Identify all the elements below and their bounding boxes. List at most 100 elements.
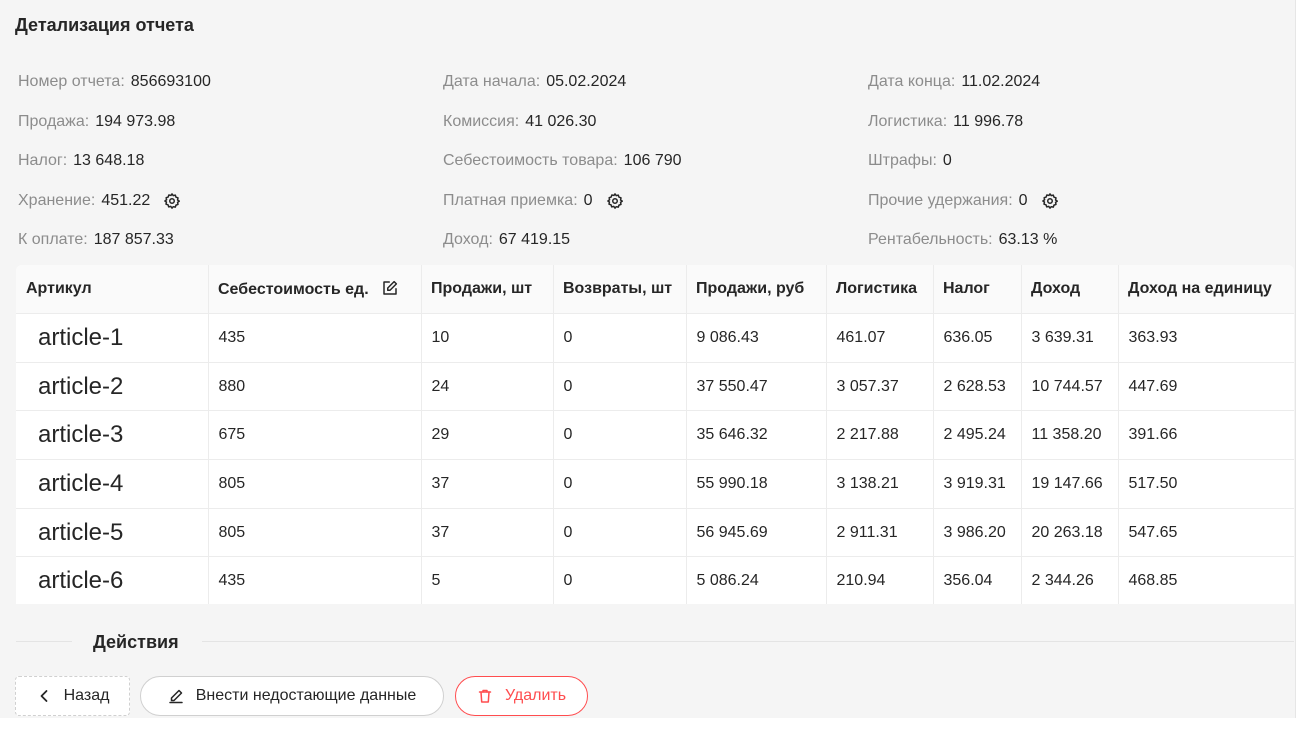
table-cell: 0 xyxy=(552,459,686,509)
table-cell: 805 xyxy=(207,459,421,509)
pencil-icon xyxy=(168,688,184,704)
column-header: Продажи, руб xyxy=(686,265,826,314)
table-row: article-6 435 5 0 5 086.24 210.94 356.04… xyxy=(16,556,1294,604)
stat-income: Доход: 67 419.15 xyxy=(443,231,571,249)
table-cell: 356.04 xyxy=(932,556,1021,604)
stat-label: Логистика xyxy=(868,112,943,130)
table-cell-article: article-5 xyxy=(16,508,208,558)
table-cell: 0 xyxy=(552,313,686,363)
table-cell: 391.66 xyxy=(1117,410,1294,461)
table-cell-article: article-2 xyxy=(16,362,208,412)
table-cell: 10 744.57 xyxy=(1020,362,1118,412)
stat-sale: Продажа: 194 973.98 xyxy=(18,112,176,130)
table-cell: 11 358.20 xyxy=(1020,410,1118,461)
table-header-row: Артикул Себестоимость ед. Продажи, шт Во… xyxy=(16,265,1294,314)
column-header-cost: Себестоимость ед. xyxy=(208,265,421,314)
back-button[interactable]: Назад xyxy=(15,676,130,716)
table-row: article-1 435 10 0 9 086.43 461.07 636.0… xyxy=(16,313,1294,363)
table-cell: 468.85 xyxy=(1117,556,1294,604)
stat-label: Номер отчета xyxy=(18,73,121,90)
stat-value: 11.02.2024 xyxy=(961,73,1041,90)
table-cell: 880 xyxy=(207,362,421,412)
stat-fines: Штрафы: 0 xyxy=(868,152,952,170)
table-cell: 29 xyxy=(420,410,553,461)
table-cell: 0 xyxy=(552,362,686,412)
stat-profitability: Рентабельность: 63.13 % xyxy=(868,231,1058,249)
table-cell: 5 xyxy=(420,556,553,604)
chevron-left-icon xyxy=(36,688,52,704)
table-cell-article: article-6 xyxy=(38,567,124,595)
actions-section-title: Действия xyxy=(93,632,179,652)
table-cell: 5 086.24 xyxy=(685,556,826,604)
stat-label: Штрафы xyxy=(868,152,933,170)
fill-missing-data-label: Внести недостающие данные xyxy=(195,687,417,704)
table-cell-article: article-4 xyxy=(16,459,208,509)
stat-label: К оплате xyxy=(18,231,84,249)
fill-missing-data-button[interactable]: Внести недостающие данные xyxy=(140,676,444,716)
stat-commission: Комиссия: 41 026.30 xyxy=(443,112,597,130)
stat-label: Дата конца xyxy=(868,73,951,90)
table-cell: 435 xyxy=(207,313,421,363)
report-details-page: Детализация отчета Номер отчета: 8566931… xyxy=(0,0,1296,718)
table-cell: 3 986.20 xyxy=(932,508,1021,558)
gear-icon[interactable] xyxy=(1041,192,1059,210)
edit-icon[interactable] xyxy=(381,279,399,297)
table-cell: 37 xyxy=(420,459,553,509)
gear-icon[interactable] xyxy=(606,192,624,210)
table-cell: 547.65 xyxy=(1117,508,1294,558)
gear-icon[interactable] xyxy=(163,192,181,210)
stat-value: 41 026.30 xyxy=(525,112,597,130)
column-header: Налог xyxy=(933,265,1021,314)
table-cell: 675 xyxy=(207,410,421,461)
table-cell: 2 217.88 xyxy=(825,410,933,461)
section-divider xyxy=(16,641,72,642)
stat-value: 67 419.15 xyxy=(498,231,571,249)
table-cell: 37 xyxy=(420,508,553,558)
table-cell: 24 xyxy=(420,362,553,412)
table-cell: 37 550.47 xyxy=(685,362,826,412)
column-header: Доход на единицу xyxy=(1118,265,1294,314)
column-header: Доход xyxy=(1021,265,1118,314)
table-row: article-4 805 37 0 55 990.18 3 138.21 3 … xyxy=(16,459,1294,509)
table-cell: 2 344.26 xyxy=(1020,556,1118,604)
stat-value: 187 857.33 xyxy=(93,231,174,249)
table-row: article-2 880 24 0 37 550.47 3 057.37 2 … xyxy=(16,362,1294,412)
stat-value: 11 996.78 xyxy=(953,112,1024,130)
column-header: Возвраты, шт xyxy=(553,265,686,314)
table-row: article-3 675 29 0 35 646.32 2 217.88 2 … xyxy=(16,410,1294,461)
stat-value: 0 xyxy=(583,191,593,209)
trash-icon xyxy=(477,688,493,704)
stat-value: 106 790 xyxy=(623,152,682,170)
stat-label: Рентабельность xyxy=(868,231,989,249)
column-header-label: Себестоимость ед. xyxy=(218,281,369,298)
delete-button-label: Удалить xyxy=(504,687,567,704)
table-cell: 0 xyxy=(552,410,686,461)
back-button-label: Назад xyxy=(63,687,110,704)
stat-label: Прочие удержания xyxy=(868,191,1009,209)
table-cell: 0 xyxy=(552,556,686,604)
report-summary: Номер отчета: 856693100 Дата начала: 05.… xyxy=(18,70,1293,268)
stat-value: 05.02.2024 xyxy=(546,73,627,90)
table-cell: 805 xyxy=(207,508,421,558)
table-cell: 435 xyxy=(207,556,421,604)
table-cell: 2 911.31 xyxy=(825,508,933,558)
articles-table: Артикул Себестоимость ед. Продажи, шт Во… xyxy=(16,265,1294,604)
table-cell: 3 138.21 xyxy=(825,459,933,509)
stat-end-date: Дата конца: 11.02.2024 xyxy=(868,73,1041,90)
delete-button[interactable]: Удалить xyxy=(455,676,588,716)
table-cell: 0 xyxy=(552,508,686,558)
stat-value: 63.13 % xyxy=(998,231,1058,249)
table-cell: 19 147.66 xyxy=(1020,459,1118,509)
stat-paid-acceptance: Платная приемка: 0 xyxy=(443,189,868,213)
stat-other-deductions: Прочие удержания: 0 xyxy=(868,189,1293,213)
stat-value: 13 648.18 xyxy=(73,152,145,170)
table-cell: 517.50 xyxy=(1117,459,1294,509)
column-header: Логистика xyxy=(826,265,933,314)
column-header: Артикул xyxy=(16,265,208,314)
stat-label: Доход xyxy=(443,231,489,249)
table-cell: 636.05 xyxy=(932,313,1021,363)
table-cell: 2 628.53 xyxy=(932,362,1021,412)
table-cell: 363.93 xyxy=(1117,313,1294,363)
table-cell: 2 495.24 xyxy=(932,410,1021,461)
table-cell: 35 646.32 xyxy=(685,410,826,461)
